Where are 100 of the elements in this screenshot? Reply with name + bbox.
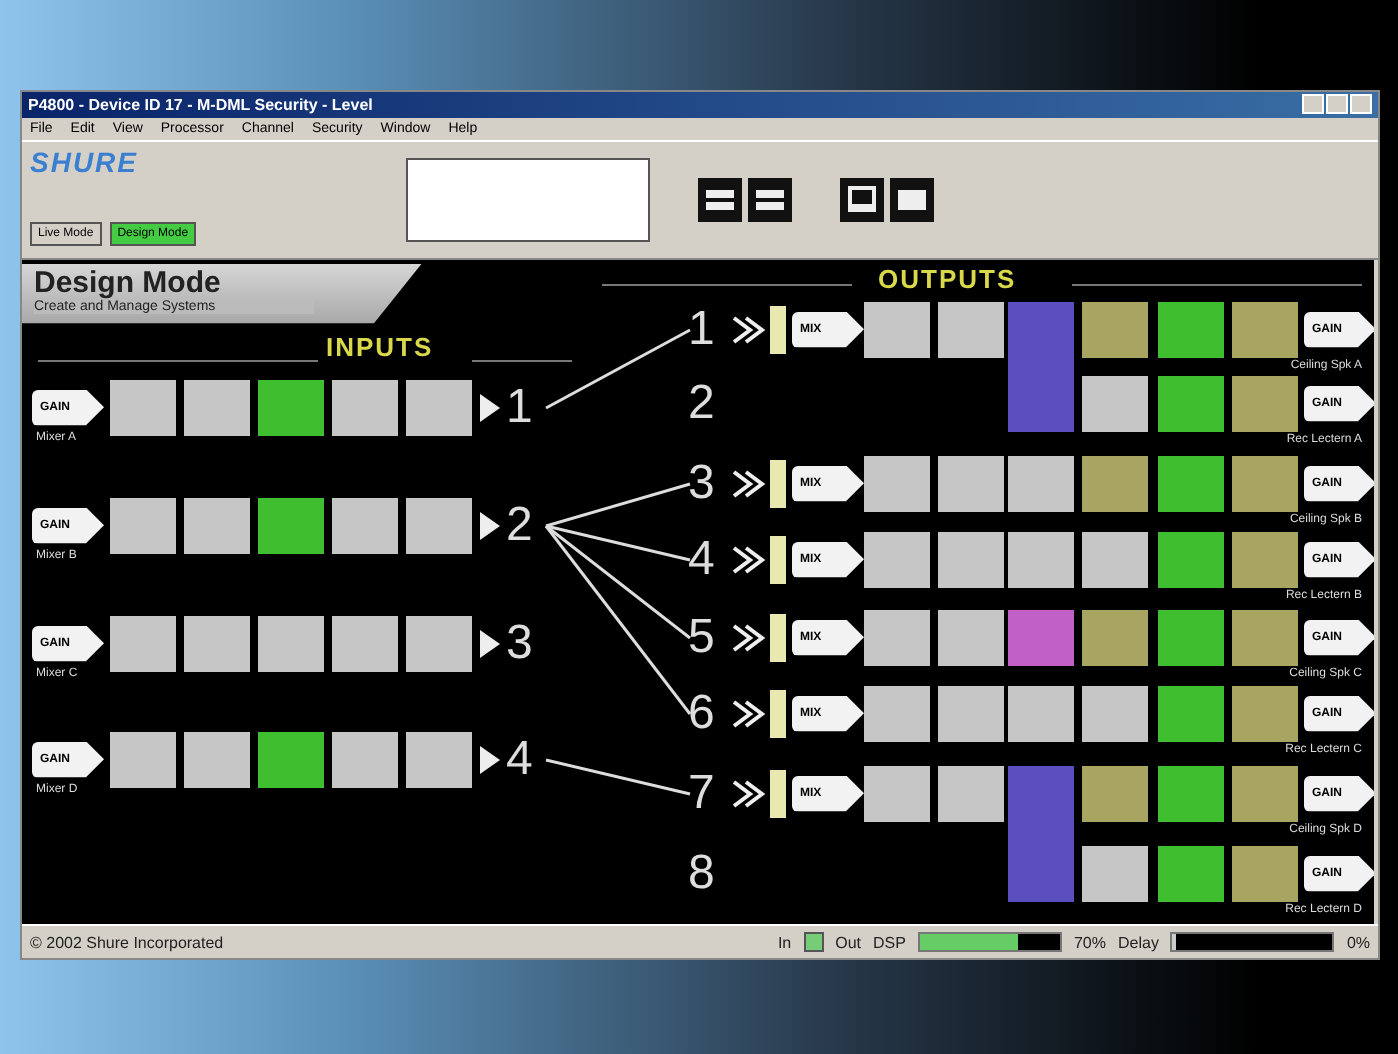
processing-block[interactable] <box>332 731 398 788</box>
dsp-label: DSP <box>873 933 906 952</box>
processing-block[interactable] <box>864 531 930 588</box>
bus-bar <box>770 689 786 738</box>
bus-bar <box>770 535 786 584</box>
processing-block[interactable] <box>184 379 250 436</box>
processing-block[interactable] <box>1158 301 1224 358</box>
processing-block[interactable] <box>258 615 324 672</box>
meter-icon <box>803 932 824 953</box>
processing-block[interactable] <box>110 379 176 436</box>
processing-block[interactable] <box>332 379 398 436</box>
notes-field[interactable] <box>406 157 650 242</box>
processing-block[interactable] <box>1008 685 1074 742</box>
bus-bar <box>770 305 786 354</box>
processing-block[interactable] <box>1082 765 1148 822</box>
processing-block[interactable] <box>1232 609 1298 666</box>
processing-block[interactable] <box>864 301 930 358</box>
processing-block[interactable] <box>1158 765 1224 822</box>
processing-block[interactable] <box>258 379 324 436</box>
processing-block[interactable] <box>184 497 250 554</box>
connector-icon <box>732 779 766 808</box>
processing-block[interactable] <box>1158 609 1224 666</box>
inputs-heading: INPUTS <box>326 331 434 362</box>
processing-block[interactable] <box>1082 301 1148 358</box>
preset-icon <box>754 187 786 212</box>
processing-block[interactable] <box>258 731 324 788</box>
processing-block[interactable] <box>1158 455 1224 512</box>
processing-block[interactable] <box>1082 685 1148 742</box>
processing-block[interactable] <box>110 615 176 672</box>
minimize-button[interactable] <box>1302 94 1324 115</box>
processing-block[interactable] <box>938 609 1004 666</box>
monitor-icon <box>846 185 878 214</box>
delay-reading: 0% <box>1346 933 1370 952</box>
processing-block[interactable] <box>406 379 472 436</box>
processing-block[interactable] <box>1082 375 1148 432</box>
input-number: 4 <box>506 735 533 784</box>
processing-block[interactable] <box>332 497 398 554</box>
output-number: 8 <box>688 849 715 898</box>
processing-block[interactable] <box>938 301 1004 358</box>
connector-icon <box>732 469 766 498</box>
recall-button[interactable] <box>748 177 792 222</box>
processing-block[interactable] <box>406 615 472 672</box>
processing-block[interactable] <box>1082 455 1148 512</box>
processing-block[interactable] <box>864 765 930 822</box>
processing-block[interactable] <box>110 731 176 788</box>
arrow-icon <box>480 511 500 540</box>
connector-icon <box>732 623 766 652</box>
processing-block[interactable] <box>184 615 250 672</box>
processing-block[interactable] <box>938 455 1004 512</box>
splitter-block[interactable] <box>1008 765 1074 902</box>
output-number: 2 <box>688 379 715 428</box>
processing-block[interactable] <box>406 497 472 554</box>
maximize-button[interactable] <box>1326 94 1348 115</box>
processing-block[interactable] <box>1008 531 1074 588</box>
processing-block[interactable] <box>938 531 1004 588</box>
dsp-reading: 70% <box>1073 933 1106 952</box>
processing-block[interactable] <box>406 731 472 788</box>
processing-block[interactable] <box>184 731 250 788</box>
processing-block[interactable] <box>258 497 324 554</box>
close-button[interactable] <box>1350 94 1372 115</box>
logo: SHURE <box>30 145 139 178</box>
processing-block[interactable] <box>1008 455 1074 512</box>
processing-block[interactable] <box>1082 609 1148 666</box>
input-number: 3 <box>506 619 533 668</box>
processing-block[interactable] <box>1232 685 1298 742</box>
processing-block[interactable] <box>1158 531 1224 588</box>
out-label: Out <box>835 933 862 952</box>
processing-block[interactable] <box>1082 531 1148 588</box>
device-button[interactable] <box>840 177 884 222</box>
store-button[interactable] <box>698 177 742 222</box>
window-title: P4800 - Device ID 17 - M-DML Security - Level <box>28 95 375 114</box>
processing-block[interactable] <box>110 497 176 554</box>
processing-block[interactable] <box>1232 375 1298 432</box>
outputs-heading: OUTPUTS <box>878 263 1017 294</box>
processing-block[interactable] <box>938 685 1004 742</box>
mode-title: Design Mode <box>34 267 223 300</box>
processing-block[interactable] <box>938 765 1004 822</box>
processing-block[interactable] <box>1008 609 1074 666</box>
output-number: 1 <box>688 305 715 354</box>
network-button[interactable] <box>890 177 934 222</box>
output-number: 6 <box>688 689 715 738</box>
processing-block[interactable] <box>1158 685 1224 742</box>
processing-block[interactable] <box>864 609 930 666</box>
processing-block[interactable] <box>1158 845 1224 902</box>
processing-block[interactable] <box>864 455 930 512</box>
processing-block[interactable] <box>332 615 398 672</box>
processing-block[interactable] <box>1232 455 1298 512</box>
processing-block[interactable] <box>1232 531 1298 588</box>
processing-block[interactable] <box>1158 375 1224 432</box>
processing-block[interactable] <box>1232 765 1298 822</box>
connector-icon <box>732 315 766 344</box>
bus-bar <box>770 613 786 662</box>
processing-block[interactable] <box>864 685 930 742</box>
processing-block[interactable] <box>1232 845 1298 902</box>
splitter-block[interactable] <box>1008 301 1074 432</box>
output-number: 5 <box>688 613 715 662</box>
processing-block[interactable] <box>1232 301 1298 358</box>
copyright-text: © 2002 Shure Incorporated <box>30 933 224 952</box>
processing-block[interactable] <box>1082 845 1148 902</box>
output-number: 3 <box>688 459 715 508</box>
